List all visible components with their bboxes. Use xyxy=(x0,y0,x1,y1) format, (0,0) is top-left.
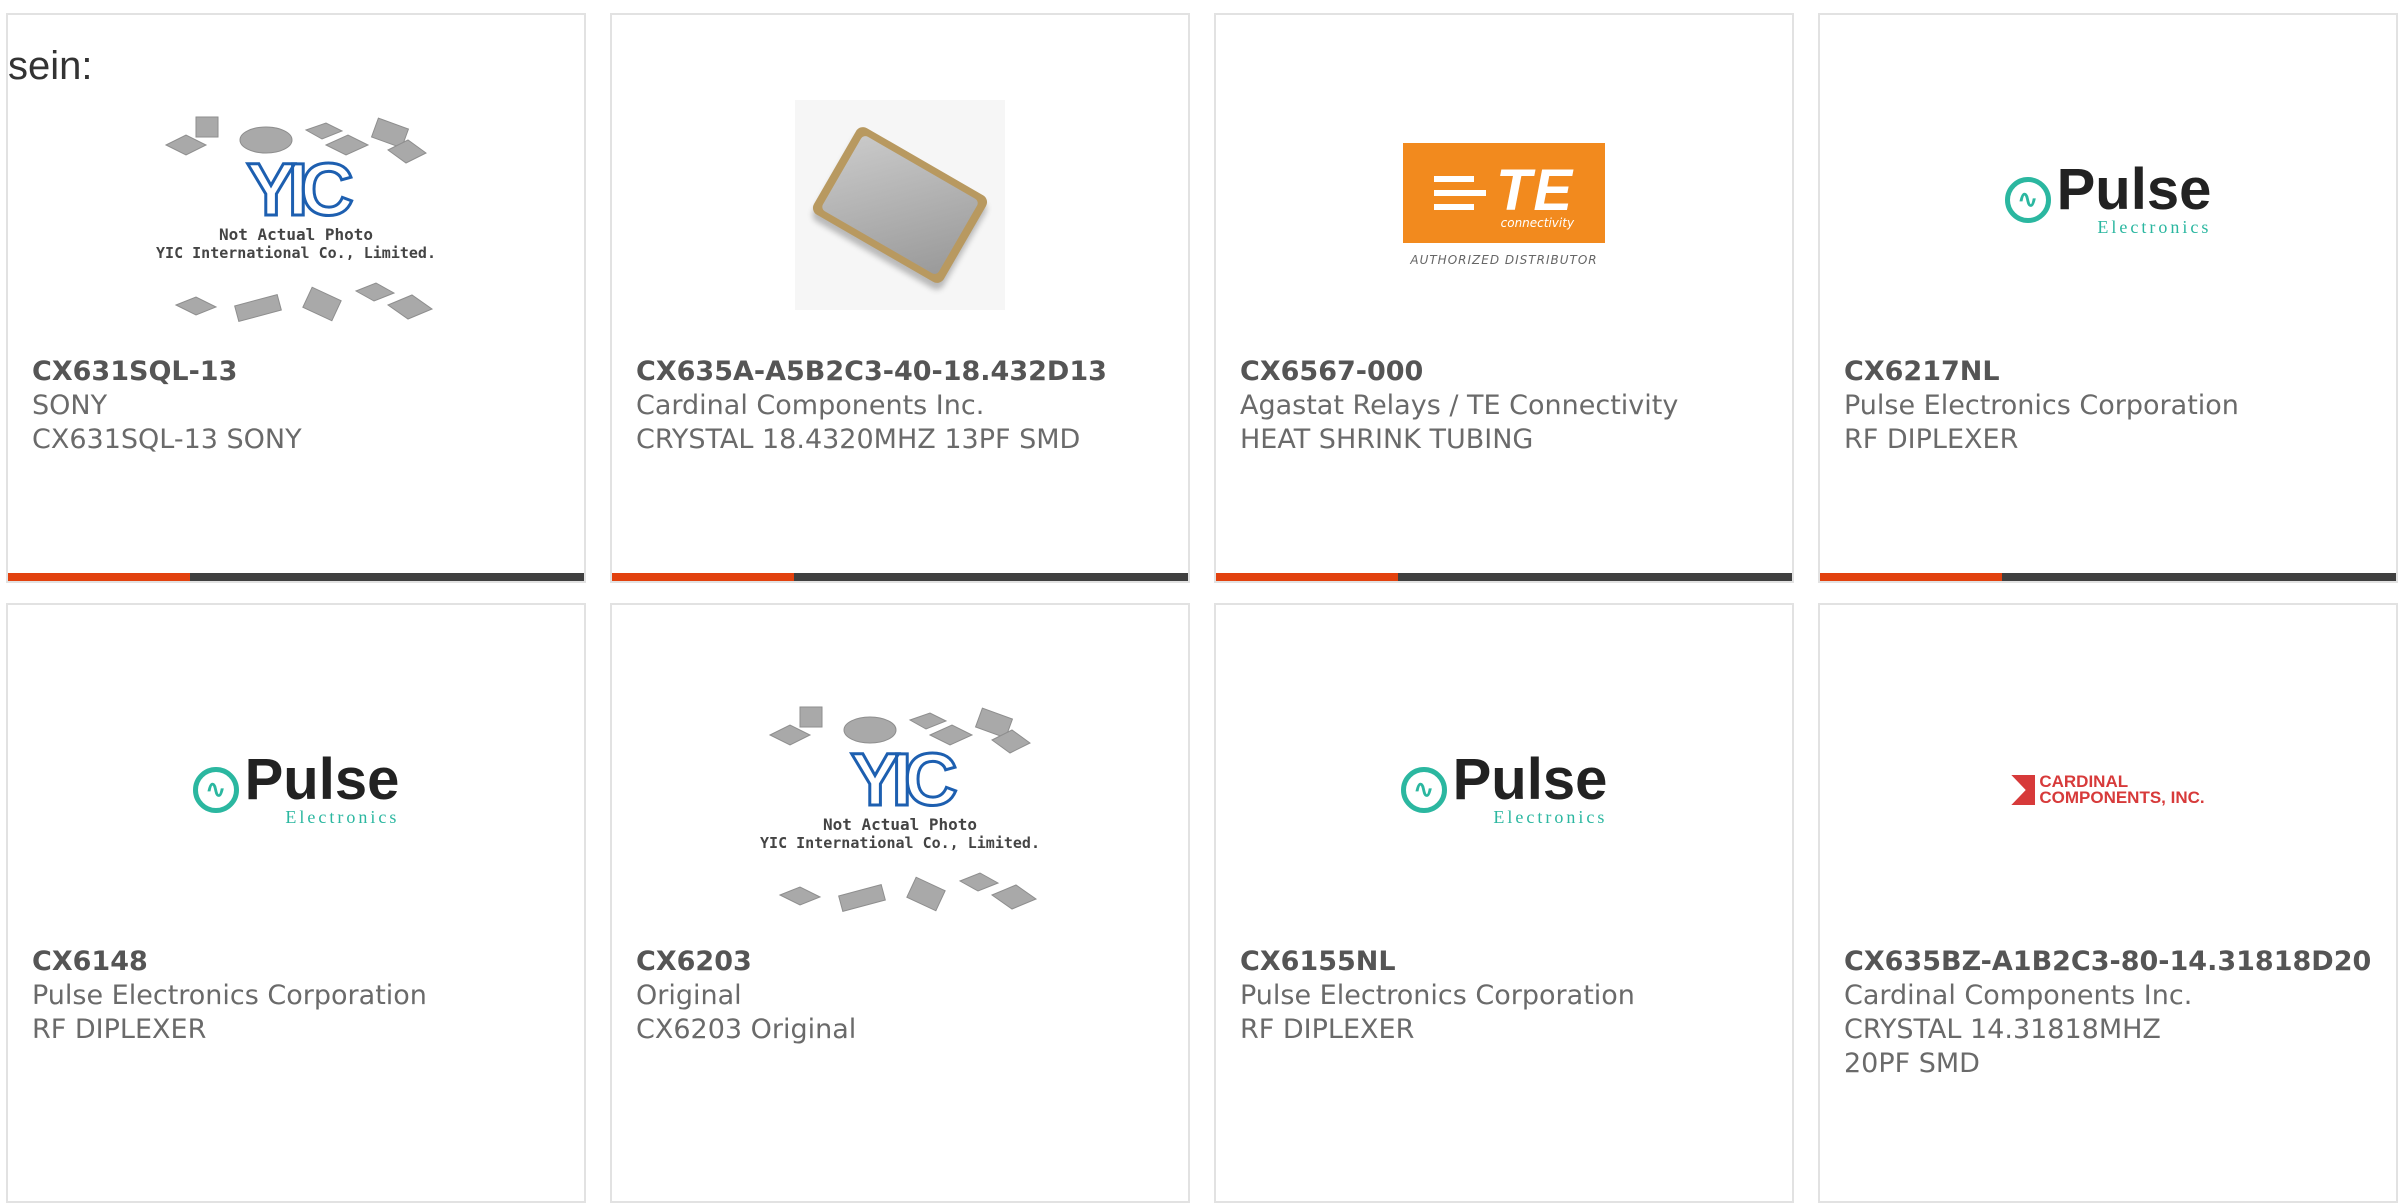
product-card[interactable]: CARDINAL COMPONENTS, INC. CX635BZ-A1B2C3… xyxy=(1818,603,2398,1203)
part-number[interactable]: CX6148 xyxy=(32,945,574,979)
pulse-logo: ∿ Pulse Electronics xyxy=(2004,156,2212,238)
manufacturer: Pulse Electronics Corporation xyxy=(32,980,427,1011)
placeholder-company: YIC International Co., Limited. xyxy=(760,834,1040,852)
pulse-logo-sub: Electronics xyxy=(285,806,400,827)
manufacturer: SONY xyxy=(32,390,108,421)
manufacturer: Pulse Electronics Corporation xyxy=(1240,980,1635,1011)
pulse-logo-mark: Pulse xyxy=(2056,156,2212,222)
pulse-logo-sub: Electronics xyxy=(1493,806,1608,827)
pulse-logo-icon: ∿ xyxy=(1400,767,1447,813)
card-progress-bar xyxy=(8,573,584,581)
cardinal-flag-icon xyxy=(2011,775,2036,805)
placeholder-caption: Not Actual Photo xyxy=(218,225,374,244)
pulse-logo-mark: Pulse xyxy=(1452,746,1608,812)
manufacturer: Cardinal Components Inc. xyxy=(636,390,985,421)
product-image[interactable] xyxy=(612,85,1188,325)
manufacturer: Agastat Relays / TE Connectivity xyxy=(1240,390,1679,421)
product-image[interactable]: TE connectivity AUTHORIZED DISTRIBUTOR xyxy=(1216,85,1792,325)
product-card[interactable]: TE connectivity AUTHORIZED DISTRIBUTOR C… xyxy=(1214,13,1794,583)
placeholder-caption: Not Actual Photo xyxy=(822,815,978,834)
description: CRYSTAL 18.4320MHZ 13PF SMD xyxy=(636,424,1081,455)
pulse-logo-icon: ∿ xyxy=(192,767,239,813)
te-logo-mark: TE xyxy=(1495,157,1575,223)
card-progress-accent xyxy=(612,573,794,581)
card-progress-bar xyxy=(1820,573,2396,581)
description: CX6203 Original xyxy=(636,1014,857,1045)
manufacturer: Pulse Electronics Corporation xyxy=(1844,390,2239,421)
crystal-image xyxy=(795,100,1005,310)
part-number[interactable]: CX6155NL xyxy=(1240,945,1782,979)
pulse-logo: ∿ Pulse Electronics xyxy=(192,746,400,828)
pulse-logo-icon: ∿ xyxy=(2004,177,2051,223)
description: CRYSTAL 14.31818MHZ 20PF SMD xyxy=(1844,1014,2161,1079)
manufacturer: Cardinal Components Inc. xyxy=(1844,980,2193,1011)
product-image[interactable]: ∿ Pulse Electronics xyxy=(8,670,584,910)
intro-text: sein: xyxy=(8,44,93,88)
part-number[interactable]: CX6203 xyxy=(636,945,1178,979)
card-progress-bar xyxy=(612,573,1188,581)
product-card[interactable]: ∿ Pulse Electronics CX6217NL Pulse Elect… xyxy=(1818,13,2398,583)
pulse-logo-mark: Pulse xyxy=(244,746,400,812)
part-number[interactable]: CX635BZ-A1B2C3-80-14.31818D20 xyxy=(1844,945,2396,979)
description: CX631SQL-13 SONY xyxy=(32,424,302,455)
product-card[interactable]: YIC Not Actual Photo YIC International C… xyxy=(610,603,1190,1203)
product-image[interactable]: CARDINAL COMPONENTS, INC. xyxy=(1820,670,2396,910)
te-logo-sub: connectivity xyxy=(1500,215,1575,230)
yic-logo: YIC xyxy=(245,148,355,231)
part-number[interactable]: CX6217NL xyxy=(1844,355,2386,389)
card-progress-accent xyxy=(8,573,190,581)
te-logo: TE connectivity AUTHORIZED DISTRIBUTOR xyxy=(1403,143,1605,267)
product-card[interactable]: YIC Not Actual Photo YIC International C… xyxy=(6,13,586,583)
part-number[interactable]: CX635A-A5B2C3-40-18.432D13 xyxy=(636,355,1178,389)
authorized-distributor-caption: AUTHORIZED DISTRIBUTOR xyxy=(1410,253,1598,267)
product-image[interactable]: ∿ Pulse Electronics xyxy=(1216,670,1792,910)
product-card[interactable]: ∿ Pulse Electronics CX6155NL Pulse Elect… xyxy=(1214,603,1794,1203)
cardinal-logo: CARDINAL COMPONENTS, INC. xyxy=(2011,773,2205,807)
description: RF DIPLEXER xyxy=(1240,1014,1415,1045)
yic-logo: YIC xyxy=(849,738,959,821)
placeholder-company: YIC International Co., Limited. xyxy=(156,244,436,262)
card-progress-accent xyxy=(1820,573,2002,581)
pulse-logo-sub: Electronics xyxy=(2097,216,2212,237)
part-number[interactable]: CX6567-000 xyxy=(1240,355,1782,389)
pulse-logo: ∿ Pulse Electronics xyxy=(1400,746,1608,828)
product-image[interactable]: ∿ Pulse Electronics xyxy=(1820,80,2396,320)
manufacturer: Original xyxy=(636,980,742,1011)
description: HEAT SHRINK TUBING xyxy=(1240,424,1534,455)
product-card[interactable]: ∿ Pulse Electronics CX6148 Pulse Electro… xyxy=(6,603,586,1203)
cardinal-logo-line2: COMPONENTS, INC. xyxy=(2039,788,2205,807)
part-number[interactable]: CX631SQL-13 xyxy=(32,355,574,389)
description: RF DIPLEXER xyxy=(32,1014,207,1045)
description: RF DIPLEXER xyxy=(1844,424,2019,455)
product-card[interactable]: CX635A-A5B2C3-40-18.432D13 Cardinal Comp… xyxy=(610,13,1190,583)
card-progress-bar xyxy=(1216,573,1792,581)
card-progress-accent xyxy=(1216,573,1398,581)
